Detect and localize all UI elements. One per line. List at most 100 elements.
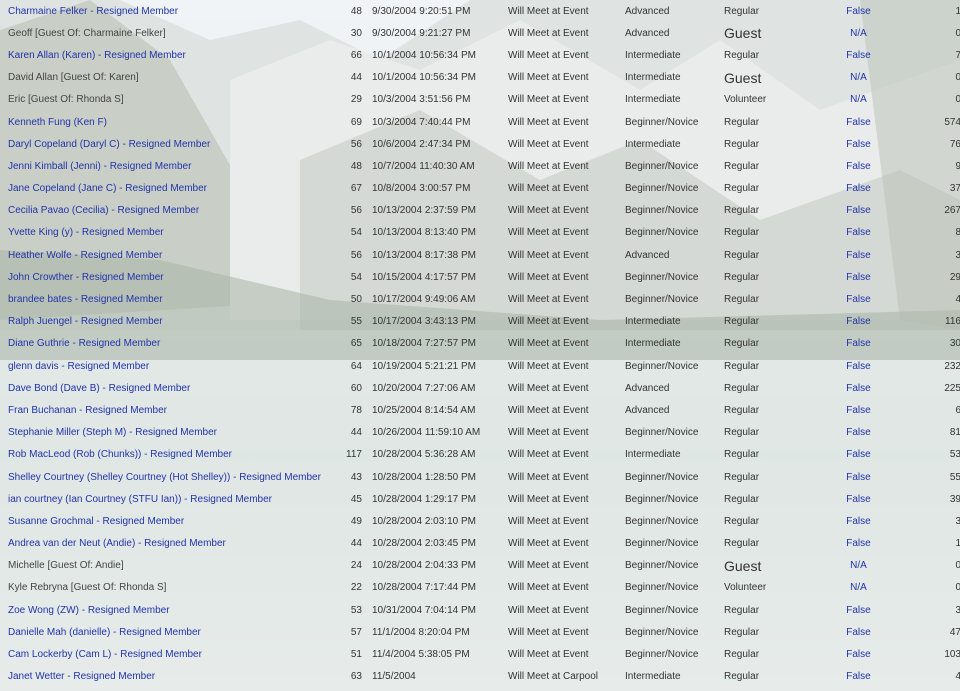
table-row: Yvette King (y) - Resigned Member 54 10/13… bbox=[0, 222, 960, 244]
type-cell: Regular bbox=[724, 671, 760, 683]
table-row: Zoe Wong (ZW) - Resigned Member 53 10/31/2… bbox=[0, 599, 960, 621]
meeting-cell: Will Meet at Event bbox=[508, 94, 589, 106]
age-cell: 67 bbox=[350, 183, 362, 195]
member-link[interactable]: Shelley Courtney (Shelley Courtney (Hot … bbox=[8, 472, 321, 483]
date-cell: 10/28/2004 1:28:50 PM bbox=[372, 471, 476, 483]
participant-name: Shelley Courtney (Shelley Courtney (Hot … bbox=[0, 466, 331, 488]
age-cell: 55 bbox=[350, 316, 362, 328]
table-row: Ralph Juengel - Resigned Member 55 10/17/2… bbox=[0, 311, 960, 333]
member-link[interactable]: Daryl Copeland (Daryl C) - Resigned Memb… bbox=[8, 139, 210, 150]
flag-cell: False bbox=[846, 271, 871, 283]
member-link[interactable]: Kenneth Fung (Ken F) bbox=[8, 117, 107, 128]
member-link[interactable]: John Crowther - Resigned Member bbox=[8, 272, 164, 283]
type-cell: Regular bbox=[724, 538, 760, 550]
member-link[interactable]: Heather Wolfe - Resigned Member bbox=[8, 250, 162, 261]
table-row: Stephanie Miller (Steph M) - Resigned Me… bbox=[0, 422, 960, 444]
meeting-cell: Will Meet at Event bbox=[508, 116, 589, 128]
guest-name: Michelle [Guest Of: Andie] bbox=[8, 560, 124, 572]
member-link[interactable]: Diane Guthrie - Resigned Member bbox=[8, 338, 160, 349]
participant-name: David Allan [Guest Of: Karen] bbox=[0, 67, 331, 89]
type-cell: Regular bbox=[724, 493, 760, 505]
level-cell: Beginner/Novice bbox=[625, 116, 699, 128]
flag-cell: False bbox=[846, 183, 871, 195]
participant-name: Eric [Guest Of: Rhonda S] bbox=[0, 89, 331, 111]
date-cell: 10/3/2004 7:40:44 PM bbox=[372, 116, 471, 128]
member-link[interactable]: Yvette King (y) - Resigned Member bbox=[8, 227, 164, 238]
level-cell: Intermediate bbox=[625, 94, 681, 106]
level-cell: Beginner/Novice bbox=[625, 471, 699, 483]
level-cell: Advanced bbox=[625, 27, 670, 39]
meeting-cell: Will Meet at Event bbox=[508, 338, 589, 350]
member-link[interactable]: Cecilia Pavao (Cecilia) - Resigned Membe… bbox=[8, 205, 199, 216]
age-cell: 49 bbox=[350, 515, 362, 527]
table-row: John Crowther - Resigned Member 54 10/15/2… bbox=[0, 266, 960, 288]
count-cell: 232 bbox=[944, 360, 960, 372]
meeting-cell: Will Meet at Event bbox=[508, 27, 589, 39]
member-link[interactable]: Rob MacLeod (Rob (Chunks)) - Resigned Me… bbox=[8, 449, 232, 460]
member-link[interactable]: Stephanie Miller (Steph M) - Resigned Me… bbox=[8, 427, 217, 438]
date-cell: 10/25/2004 8:14:54 AM bbox=[372, 404, 476, 416]
meeting-cell: Will Meet at Event bbox=[508, 5, 589, 17]
date-cell: 10/28/2004 2:03:45 PM bbox=[372, 538, 476, 550]
meeting-cell: Will Meet at Event bbox=[508, 626, 589, 638]
flag-cell: False bbox=[846, 338, 871, 350]
level-cell: Beginner/Novice bbox=[625, 360, 699, 372]
member-link[interactable]: Janet Wetter - Resigned Member bbox=[8, 671, 155, 682]
date-cell: 10/31/2004 7:04:14 PM bbox=[372, 604, 476, 616]
member-link[interactable]: Jenni Kimball (Jenni) - Resigned Member bbox=[8, 161, 191, 172]
type-cell: Regular bbox=[724, 360, 760, 372]
member-link[interactable]: Charmaine Felker - Resigned Member bbox=[8, 6, 178, 17]
participant-name: glenn davis - Resigned Member bbox=[0, 355, 331, 377]
member-link[interactable]: Ralph Juengel - Resigned Member bbox=[8, 316, 163, 327]
count-cell: 76 bbox=[949, 138, 960, 150]
date-cell: 11/5/2004 bbox=[372, 671, 416, 683]
count-cell: 1 bbox=[955, 538, 960, 550]
age-cell: 44 bbox=[350, 72, 362, 84]
type-cell: Guest bbox=[724, 69, 762, 86]
participant-name: Andrea van der Neut (Andie) - Resigned M… bbox=[0, 533, 331, 555]
participant-name: Ralph Juengel - Resigned Member bbox=[0, 311, 331, 333]
level-cell: Beginner/Novice bbox=[625, 271, 699, 283]
level-cell: Advanced bbox=[625, 5, 670, 17]
date-cell: 10/28/2004 5:36:28 AM bbox=[372, 449, 476, 461]
age-cell: 64 bbox=[350, 360, 362, 372]
member-link[interactable]: Dave Bond (Dave B) - Resigned Member bbox=[8, 383, 190, 394]
member-link[interactable]: Jane Copeland (Jane C) - Resigned Member bbox=[8, 183, 207, 194]
table-row: Heather Wolfe - Resigned Member 56 10/13/2… bbox=[0, 244, 960, 266]
member-link[interactable]: Zoe Wong (ZW) - Resigned Member bbox=[8, 605, 170, 616]
level-cell: Intermediate bbox=[625, 316, 681, 328]
date-cell: 10/19/2004 5:21:21 PM bbox=[372, 360, 476, 372]
count-cell: 0 bbox=[955, 94, 960, 106]
date-cell: 10/7/2004 11:40:30 AM bbox=[372, 160, 475, 172]
table-row: Geoff [Guest Of: Charmaine Felker] 30 9/30… bbox=[0, 22, 960, 44]
participant-name: Diane Guthrie - Resigned Member bbox=[0, 333, 331, 355]
table-row: Eric [Guest Of: Rhonda S] 29 10/3/2004 3:5… bbox=[0, 89, 960, 111]
participant-name: John Crowther - Resigned Member bbox=[0, 266, 331, 288]
flag-cell: False bbox=[846, 493, 871, 505]
meeting-cell: Will Meet at Event bbox=[508, 49, 589, 61]
member-link[interactable]: Cam Lockerby (Cam L) - Resigned Member bbox=[8, 649, 202, 660]
member-link[interactable]: brandee bates - Resigned Member bbox=[8, 294, 163, 305]
member-link[interactable]: Andrea van der Neut (Andie) - Resigned M… bbox=[8, 538, 226, 549]
flag-cell: False bbox=[846, 160, 871, 172]
date-cell: 10/3/2004 3:51:56 PM bbox=[372, 94, 471, 106]
member-link[interactable]: Susanne Grochmal - Resigned Member bbox=[8, 516, 184, 527]
member-link[interactable]: glenn davis - Resigned Member bbox=[8, 361, 149, 372]
date-cell: 11/1/2004 8:20:04 PM bbox=[372, 626, 470, 638]
flag-cell: False bbox=[846, 626, 871, 638]
level-cell: Intermediate bbox=[625, 671, 681, 683]
member-link[interactable]: ian courtney (Ian Courtney (STFU Ian)) -… bbox=[8, 494, 272, 505]
participant-name: Yvette King (y) - Resigned Member bbox=[0, 222, 331, 244]
date-cell: 11/4/2004 5:38:05 PM bbox=[372, 649, 470, 661]
member-link[interactable]: Fran Buchanan - Resigned Member bbox=[8, 405, 167, 416]
flag-cell: False bbox=[846, 404, 871, 416]
member-link[interactable]: Karen Allan (Karen) - Resigned Member bbox=[8, 50, 186, 61]
age-cell: 54 bbox=[350, 271, 362, 283]
flag-cell: False bbox=[846, 316, 871, 328]
flag-cell: False bbox=[846, 471, 871, 483]
type-cell: Regular bbox=[724, 5, 760, 17]
age-cell: 30 bbox=[350, 27, 362, 39]
member-link[interactable]: Danielle Mah (danielle) - Resigned Membe… bbox=[8, 627, 201, 638]
count-cell: 267 bbox=[944, 205, 960, 217]
meeting-cell: Will Meet at Event bbox=[508, 604, 589, 616]
